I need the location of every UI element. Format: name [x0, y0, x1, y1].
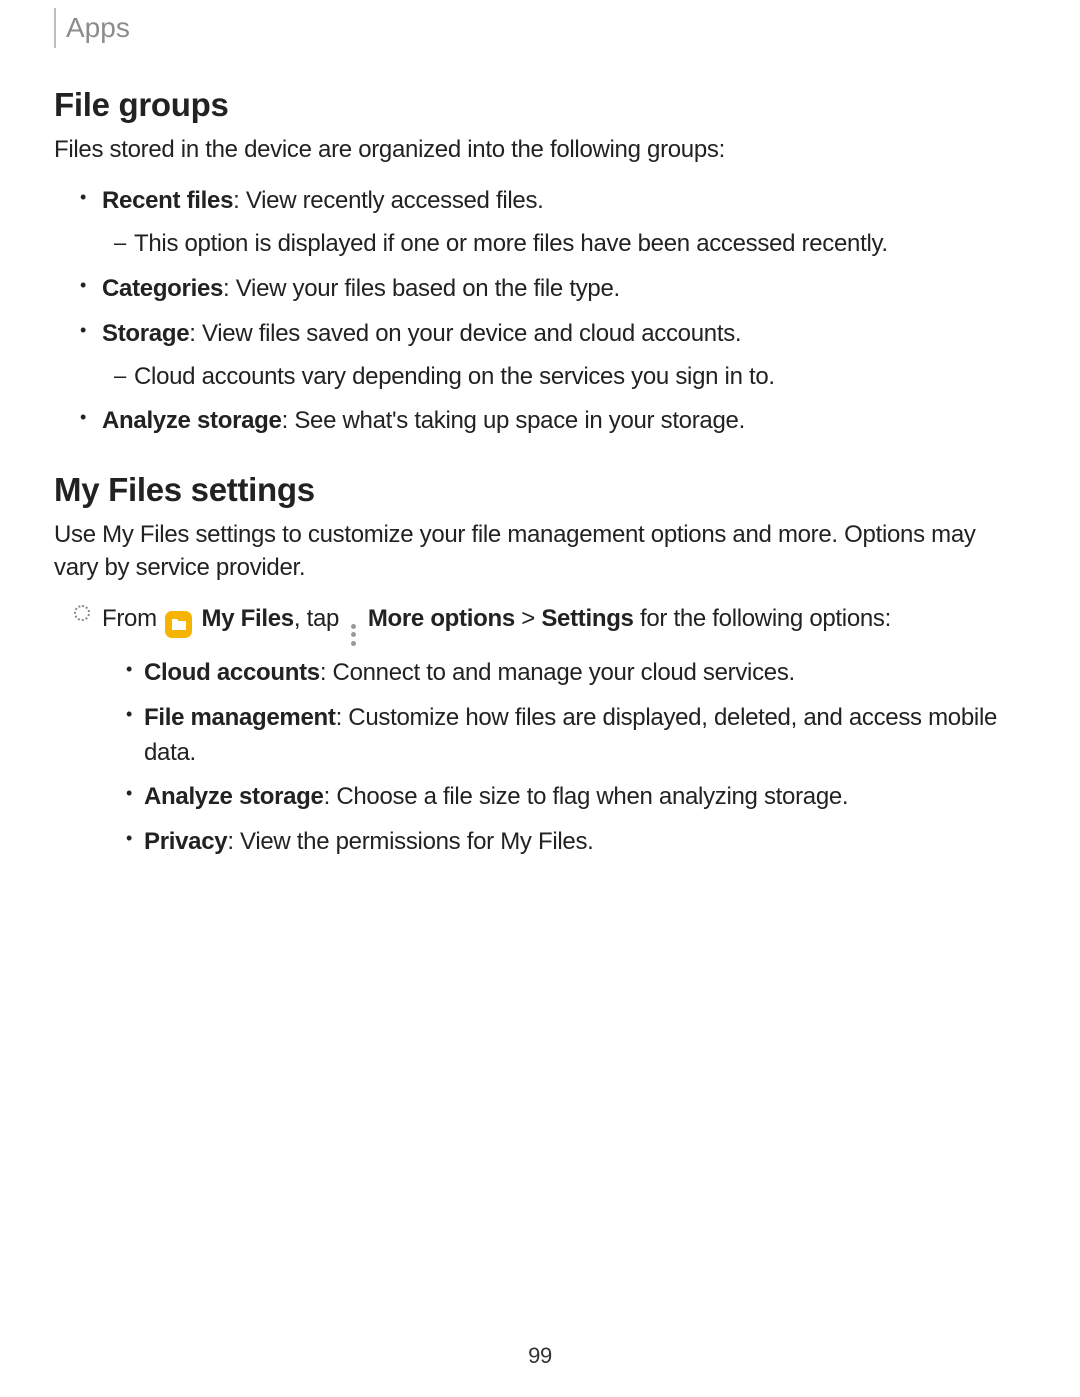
item-desc: : Choose a file size to flag when analyz…	[324, 783, 849, 810]
item-label: Analyze storage	[144, 783, 324, 810]
sublist: Cloud accounts vary depending on the ser…	[102, 360, 1020, 395]
from-app: My Files	[202, 605, 294, 632]
list-file-groups: Recent files: View recently accessed fil…	[54, 184, 1020, 439]
item-label: Privacy	[144, 828, 227, 855]
lead-my-files-settings: Use My Files settings to customize your …	[54, 519, 1020, 584]
heading-my-files-settings: My Files settings	[54, 471, 1020, 509]
list-settings-options: Cloud accounts: Connect to and manage yo…	[102, 656, 1020, 860]
item-label: Categories	[102, 275, 223, 302]
my-files-app-icon	[165, 611, 192, 638]
item-label: Cloud accounts	[144, 659, 320, 686]
list-item: File management: Customize how files are…	[102, 701, 1020, 771]
item-desc: Cloud accounts vary depending on the ser…	[134, 363, 775, 390]
item-desc: This option is displayed if one or more …	[134, 230, 888, 257]
item-label: File management	[144, 704, 336, 731]
item-desc: : See what's taking up space in your sto…	[282, 407, 745, 434]
breadcrumb-label: Apps	[66, 12, 130, 44]
from-settings: Settings	[541, 605, 633, 632]
from-marker-icon	[74, 605, 90, 621]
list-item: This option is displayed if one or more …	[102, 227, 1020, 262]
list-item: Analyze storage: See what's taking up sp…	[54, 404, 1020, 439]
item-desc: : View the permissions for My Files.	[227, 828, 593, 855]
list-item: Analyze storage: Choose a file size to f…	[102, 780, 1020, 815]
list-item: Recent files: View recently accessed fil…	[54, 184, 1020, 262]
list-item: Categories: View your files based on the…	[54, 272, 1020, 307]
document-page: Apps File groups Files stored in the dev…	[0, 0, 1080, 952]
item-label: Analyze storage	[102, 407, 282, 434]
from-gt: >	[515, 605, 541, 632]
item-desc: : Connect to and manage your cloud servi…	[320, 659, 795, 686]
item-label: Storage	[102, 320, 189, 347]
item-desc: : View recently accessed files.	[233, 187, 543, 214]
more-options-icon	[349, 624, 357, 646]
from-more: More options	[368, 605, 515, 632]
list-item: Storage: View files saved on your device…	[54, 317, 1020, 395]
sublist: This option is displayed if one or more …	[102, 227, 1020, 262]
breadcrumb-bar	[54, 8, 56, 48]
list-item: Cloud accounts vary depending on the ser…	[102, 360, 1020, 395]
page-number: 99	[0, 1343, 1080, 1369]
from-post: for the following options:	[634, 605, 891, 632]
breadcrumb: Apps	[54, 8, 1020, 48]
item-desc: : View files saved on your device and cl…	[189, 320, 741, 347]
from-instruction: From My Files, tap More options > Settin…	[54, 602, 1020, 860]
lead-file-groups: Files stored in the device are organized…	[54, 134, 1020, 166]
from-mid: , tap	[294, 605, 346, 632]
list-item: Privacy: View the permissions for My Fil…	[102, 825, 1020, 860]
list-item: Cloud accounts: Connect to and manage yo…	[102, 656, 1020, 691]
item-label: Recent files	[102, 187, 233, 214]
heading-file-groups: File groups	[54, 86, 1020, 124]
item-desc: : View your files based on the file type…	[223, 275, 620, 302]
from-pre: From	[102, 605, 163, 632]
